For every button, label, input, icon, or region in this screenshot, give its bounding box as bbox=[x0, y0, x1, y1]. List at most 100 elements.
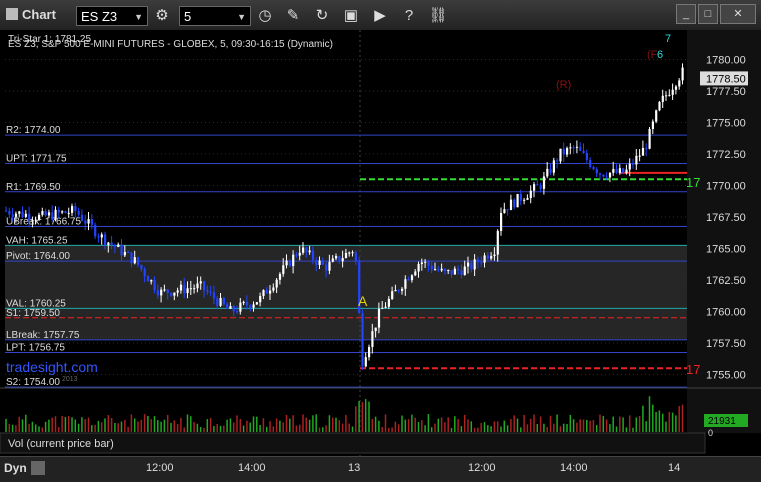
price-bar-body bbox=[318, 260, 321, 266]
a-marker: A bbox=[358, 293, 368, 309]
price-bar-body bbox=[87, 218, 90, 224]
price-bar-body bbox=[275, 279, 278, 288]
price-bar-body bbox=[222, 297, 225, 305]
price-bar-body bbox=[206, 290, 209, 292]
price-bar-body bbox=[236, 311, 239, 313]
level-label: R1: 1769.50 bbox=[6, 182, 61, 193]
price-bar-body bbox=[262, 290, 265, 297]
price-bar-body bbox=[526, 198, 529, 200]
price-bar-body bbox=[47, 212, 51, 216]
price-bar-body bbox=[5, 210, 8, 212]
price-bar-body bbox=[305, 247, 308, 253]
price-bar-body bbox=[189, 288, 192, 290]
price-bar-body bbox=[529, 190, 532, 199]
price-bar-body bbox=[97, 236, 100, 238]
volume-zero: 0 bbox=[708, 428, 713, 438]
price-bar-body bbox=[265, 290, 268, 294]
price-chart[interactable]: R2: 1774.00 UPT: 1771.75 R1: 1769.50 UBreak… bbox=[0, 30, 761, 456]
price-bar-body bbox=[632, 163, 635, 165]
price-bar-body bbox=[387, 298, 390, 307]
chevron-down-icon[interactable]: ▼ bbox=[237, 7, 246, 27]
price-bar-body bbox=[259, 296, 262, 303]
price-bar-body bbox=[133, 257, 136, 264]
price-bar-body bbox=[417, 263, 420, 272]
price-bar-body bbox=[493, 254, 496, 257]
symbol-input[interactable]: ES Z3 ▼ bbox=[76, 6, 148, 26]
price-bar-body bbox=[308, 250, 311, 253]
price-tick: 1767.50 bbox=[706, 212, 746, 224]
watermark: tradesight.com bbox=[6, 359, 98, 375]
price-bar-body bbox=[219, 297, 222, 306]
price-bar-body bbox=[562, 148, 565, 155]
refresh-icon[interactable]: ↻ bbox=[311, 5, 333, 27]
price-bar-body bbox=[196, 283, 199, 289]
price-bar-body bbox=[288, 260, 291, 267]
price-bar-body bbox=[589, 159, 592, 167]
maximize-button[interactable]: □ bbox=[698, 4, 718, 24]
price-tick: 1775.00 bbox=[706, 118, 746, 130]
minimize-button[interactable]: _ bbox=[676, 4, 696, 24]
price-bar-body bbox=[608, 172, 612, 178]
price-bar-body bbox=[638, 155, 641, 157]
price-bar-body bbox=[579, 146, 582, 151]
price-bar-body bbox=[490, 256, 493, 259]
price-bar-body bbox=[509, 199, 513, 211]
close-button[interactable]: ✕ bbox=[720, 4, 756, 24]
price-bar-body bbox=[232, 306, 235, 312]
price-bar-body bbox=[123, 251, 126, 256]
clock-icon[interactable]: ◷ bbox=[254, 5, 276, 27]
chevron-down-icon[interactable]: ▼ bbox=[134, 7, 143, 27]
price-bar-body bbox=[569, 147, 572, 149]
price-bar-body bbox=[473, 259, 476, 270]
price-bar-body bbox=[298, 252, 301, 256]
price-bar-body bbox=[249, 305, 252, 308]
link-icon[interactable]: ⛓ bbox=[427, 5, 449, 27]
price-bar-body bbox=[381, 307, 384, 309]
screenshot-icon[interactable]: ▣ bbox=[340, 5, 362, 27]
price-bar-body bbox=[186, 288, 189, 294]
price-bar-body bbox=[203, 281, 206, 291]
price-bar-body bbox=[84, 220, 87, 224]
price-bar-body bbox=[368, 346, 371, 358]
play-icon[interactable]: ▶ bbox=[369, 5, 391, 27]
price-bar-body bbox=[38, 214, 41, 220]
price-bar-body bbox=[572, 147, 575, 149]
help-icon[interactable]: ? bbox=[398, 5, 420, 27]
level-label: S2: 1754.00 bbox=[6, 377, 60, 388]
symbol-settings-icon[interactable]: ⚙ bbox=[151, 5, 173, 27]
price-bar-body bbox=[14, 213, 18, 217]
price-bar-body bbox=[364, 357, 367, 367]
price-bar-body bbox=[311, 250, 315, 261]
price-bar-body bbox=[160, 289, 163, 296]
price-bar-body bbox=[681, 67, 684, 81]
price-bar-body bbox=[166, 289, 169, 293]
price-bar-body bbox=[163, 289, 166, 291]
price-bar-body bbox=[104, 234, 107, 246]
time-label: 14 bbox=[668, 462, 681, 474]
interval-select[interactable]: 5 ▼ bbox=[179, 6, 251, 26]
level-label: R2: 1774.00 bbox=[6, 125, 61, 136]
price-bar-body bbox=[397, 290, 400, 292]
level-label: LPT: 1756.75 bbox=[6, 342, 65, 353]
price-bar-body bbox=[67, 212, 70, 214]
price-bar-body bbox=[641, 148, 645, 156]
price-bar-body bbox=[64, 211, 67, 213]
price-bar-body bbox=[361, 313, 364, 367]
price-bar-body bbox=[467, 262, 470, 267]
price-bar-body bbox=[328, 261, 331, 271]
price-tick: 1755.00 bbox=[706, 370, 746, 382]
level-label: Pivot: 1764.00 bbox=[6, 251, 70, 262]
time-label: 14:00 bbox=[238, 462, 266, 474]
time-label: 13 bbox=[348, 462, 361, 474]
price-bar-body bbox=[193, 288, 196, 290]
price-bar-body bbox=[57, 209, 60, 213]
price-bar-body bbox=[401, 288, 404, 291]
price-bar-body bbox=[21, 211, 24, 217]
price-bar-body bbox=[302, 247, 305, 253]
price-bar-body bbox=[582, 150, 585, 154]
price-bar-body bbox=[344, 252, 348, 259]
price-bar-body bbox=[437, 269, 440, 271]
pencil-icon[interactable]: ✎ bbox=[282, 5, 304, 27]
price-tick: 1770.00 bbox=[706, 181, 746, 193]
dynamic-toggle-icon[interactable] bbox=[31, 461, 45, 475]
